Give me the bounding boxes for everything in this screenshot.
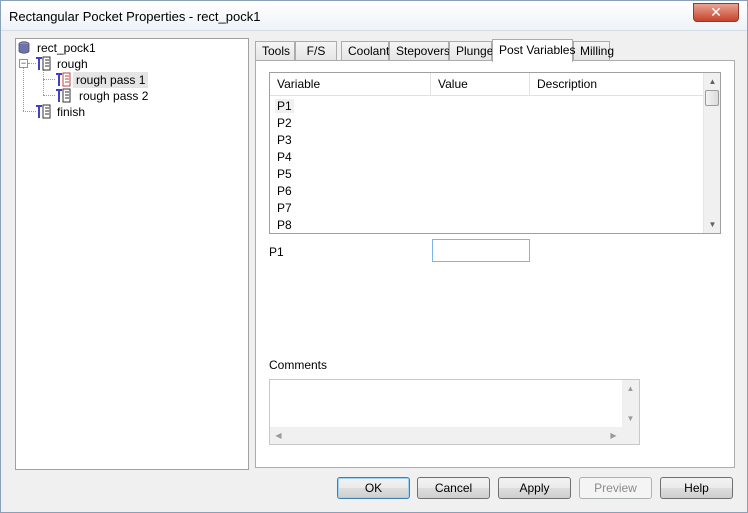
- selected-variable-label: P1: [269, 245, 284, 259]
- preview-button: Preview: [579, 477, 652, 499]
- scroll-down-arrow-icon[interactable]: ▼: [704, 216, 721, 233]
- scrollbar-corner: [622, 427, 639, 444]
- tab-feeds-speeds[interactable]: F/S: [295, 41, 337, 61]
- list-item[interactable]: P8: [277, 217, 292, 234]
- tab-coolant[interactable]: Coolant: [341, 41, 389, 61]
- scroll-left-arrow-icon[interactable]: ◀: [270, 427, 287, 444]
- close-icon: ✕: [710, 4, 722, 20]
- ok-button[interactable]: OK: [337, 477, 410, 499]
- column-header-value[interactable]: Value: [431, 73, 530, 96]
- comments-vertical-scrollbar[interactable]: ▲ ▼: [622, 380, 639, 428]
- title-bar: Rectangular Pocket Properties - rect_poc…: [1, 1, 747, 31]
- tree-connector: [23, 111, 36, 112]
- tree-item-label: rect_pock1: [37, 41, 96, 55]
- column-header-variable[interactable]: Variable: [270, 73, 431, 96]
- scroll-up-arrow-icon[interactable]: ▲: [622, 380, 639, 397]
- cancel-button[interactable]: Cancel: [417, 477, 490, 499]
- tree-item-label: rough: [57, 57, 88, 71]
- scroll-down-arrow-icon[interactable]: ▼: [622, 410, 639, 427]
- tool-operation-icon: [36, 104, 51, 119]
- list-item[interactable]: P3: [277, 132, 292, 149]
- tree-connector: [43, 79, 55, 80]
- tab-plunge[interactable]: Plunge: [449, 41, 493, 61]
- column-header-description[interactable]: Description: [530, 73, 703, 96]
- tree-connector: [43, 95, 55, 96]
- comments-textarea[interactable]: ▲ ▼ ◀ ▶: [269, 379, 640, 445]
- list-item[interactable]: P4: [277, 149, 292, 166]
- tab-milling[interactable]: Milling: [573, 41, 614, 61]
- scroll-right-arrow-icon[interactable]: ▶: [605, 427, 622, 444]
- tree-item-label: rough pass 1: [73, 72, 149, 88]
- tree-connector: [43, 70, 44, 95]
- tree-item-label: rough pass 2: [79, 89, 149, 103]
- tree-item-label: finish: [57, 105, 86, 119]
- tab-stepovers[interactable]: Stepovers: [389, 41, 450, 61]
- variable-value-input[interactable]: [432, 239, 530, 262]
- dialog-window: Rectangular Pocket Properties - rect_poc…: [0, 0, 748, 513]
- help-button[interactable]: Help: [660, 477, 733, 499]
- scroll-up-arrow-icon[interactable]: ▲: [704, 73, 721, 90]
- list-vertical-scrollbar[interactable]: ▲ ▼: [703, 73, 720, 233]
- apply-button[interactable]: Apply: [498, 477, 571, 499]
- tab-tools[interactable]: Tools: [255, 41, 295, 61]
- tree-collapse-toggle[interactable]: −: [19, 59, 28, 68]
- comments-label: Comments: [269, 358, 328, 372]
- list-item[interactable]: P7: [277, 200, 292, 217]
- list-item[interactable]: P2: [277, 115, 292, 132]
- tool-operation-icon: [56, 88, 71, 103]
- operation-tree[interactable]: rect_pock1 − rough rough pass 1 rough pa…: [15, 38, 249, 470]
- tab-post-variables[interactable]: Post Variables: [492, 39, 575, 62]
- scroll-thumb[interactable]: [705, 90, 719, 106]
- list-item[interactable]: P5: [277, 166, 292, 183]
- comments-horizontal-scrollbar[interactable]: ◀ ▶: [270, 427, 622, 444]
- list-item[interactable]: P6: [277, 183, 292, 200]
- close-button[interactable]: ✕: [693, 3, 739, 22]
- list-header: Variable Value Description: [270, 73, 703, 96]
- tree-connector: [23, 61, 24, 111]
- database-icon: [18, 41, 30, 54]
- tool-operation-icon: [36, 56, 51, 71]
- tree-connector: [28, 63, 36, 64]
- post-variables-list[interactable]: Variable Value Description P1 P2 P3 P4 P…: [269, 72, 721, 234]
- window-title: Rectangular Pocket Properties - rect_poc…: [9, 9, 261, 24]
- tool-operation-icon: [56, 72, 71, 87]
- list-item[interactable]: P1: [275, 98, 294, 115]
